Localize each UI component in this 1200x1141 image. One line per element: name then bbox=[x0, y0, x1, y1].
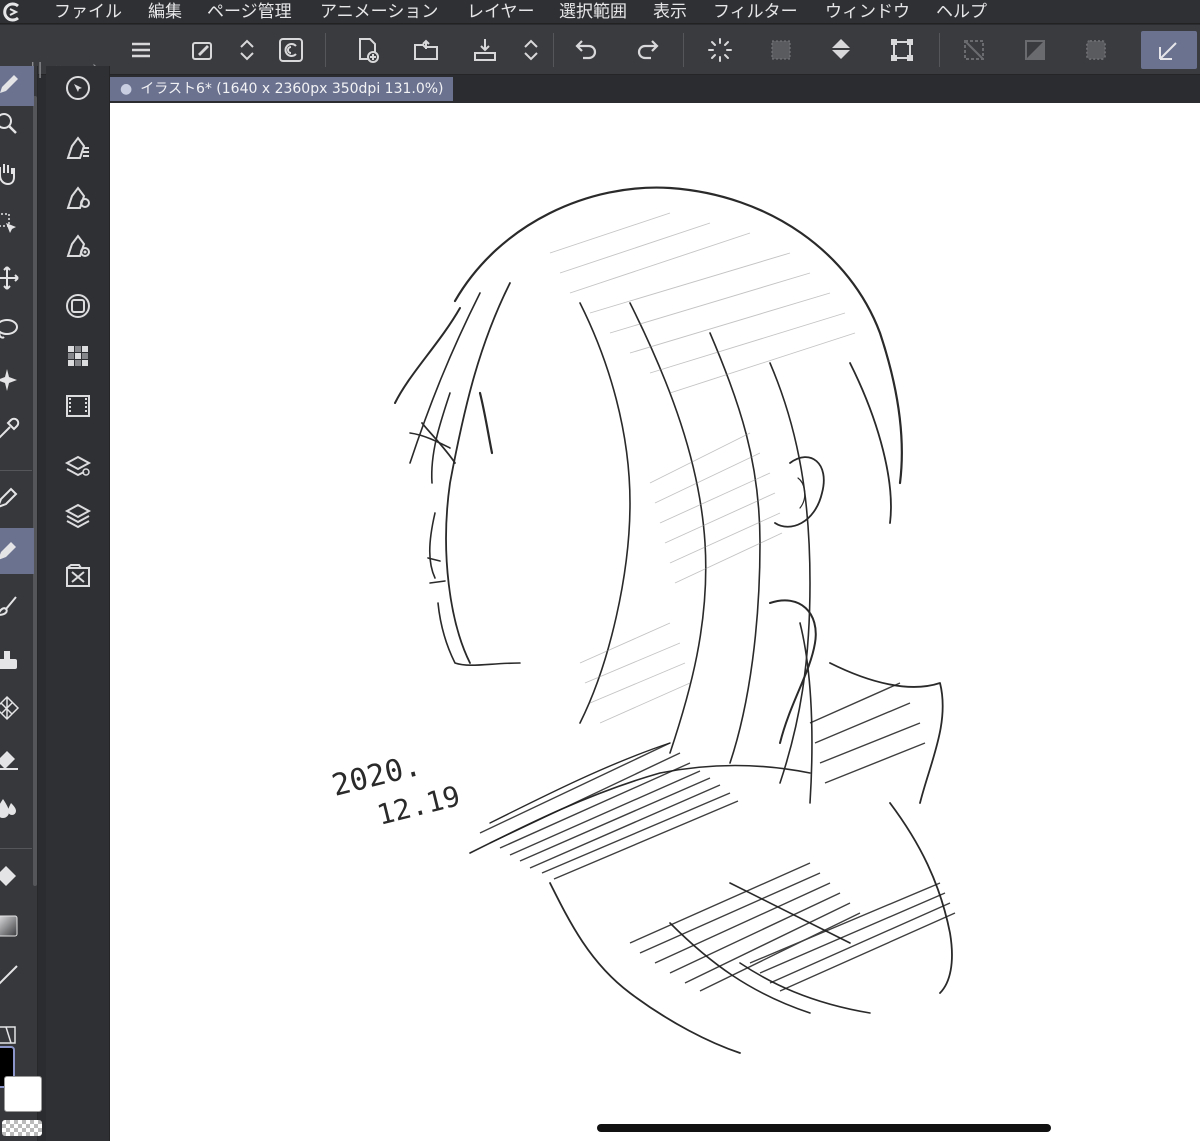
menu-filter[interactable]: フィルター bbox=[713, 1, 798, 23]
menu-help[interactable]: ヘルプ bbox=[936, 1, 987, 23]
menu-window[interactable]: ウィンドウ bbox=[825, 1, 910, 23]
new-canvas-icon[interactable] bbox=[348, 31, 386, 69]
timeline-icon[interactable] bbox=[60, 388, 96, 424]
hand-icon[interactable] bbox=[0, 154, 34, 194]
move-icon[interactable] bbox=[0, 258, 34, 298]
airbrush-icon[interactable] bbox=[0, 640, 34, 680]
gradient-icon[interactable] bbox=[0, 906, 34, 946]
document-tab-title: イラスト6* (1640 x 2360px 350dpi 131.0%) bbox=[140, 81, 444, 97]
crop-icon[interactable] bbox=[883, 31, 921, 69]
operation-icon[interactable] bbox=[0, 204, 34, 244]
eraser-icon[interactable] bbox=[0, 738, 34, 778]
menu-animation[interactable]: アニメーション bbox=[320, 1, 438, 23]
pen-tool-icon[interactable] bbox=[0, 478, 34, 518]
menu-edit[interactable]: 編集 bbox=[148, 1, 182, 23]
canvas-tab-bar: ● イラスト6* (1640 x 2360px 350dpi 131.0%) bbox=[110, 75, 1200, 103]
color-wheel-icon[interactable] bbox=[60, 288, 96, 324]
up-down-icon-2[interactable] bbox=[512, 31, 550, 69]
brush-size-icon[interactable] bbox=[60, 228, 96, 264]
decoration-icon[interactable] bbox=[0, 688, 34, 728]
fill-tool-icon[interactable] bbox=[0, 856, 34, 896]
unsaved-marker: ● bbox=[120, 81, 133, 97]
eyedropper-icon[interactable] bbox=[0, 410, 34, 450]
pen-icon[interactable] bbox=[0, 66, 34, 106]
document-tab[interactable]: ● イラスト6* (1640 x 2360px 350dpi 131.0%) bbox=[110, 77, 453, 101]
quick-access-icon[interactable] bbox=[183, 31, 221, 69]
auto-select-icon[interactable] bbox=[0, 360, 34, 400]
tool-strip bbox=[0, 66, 38, 1141]
lasso-icon[interactable] bbox=[0, 310, 34, 350]
clip-studio-icon[interactable] bbox=[272, 31, 310, 69]
fill-icon[interactable] bbox=[822, 31, 860, 69]
menu-bar: ファイル 編集 ページ管理 アニメーション レイヤー 選択範囲 表示 フィルター… bbox=[0, 0, 1200, 24]
menu-file[interactable]: ファイル bbox=[54, 1, 122, 23]
undo-icon[interactable] bbox=[568, 31, 606, 69]
home-indicator[interactable] bbox=[597, 1124, 1051, 1132]
brush-icon[interactable] bbox=[0, 586, 34, 626]
up-down-icon[interactable] bbox=[228, 31, 266, 69]
layer-icon[interactable] bbox=[60, 498, 96, 534]
sub-color-swatch[interactable] bbox=[4, 1076, 42, 1112]
menu-page-management[interactable]: ページ管理 bbox=[207, 1, 292, 23]
color-set-icon[interactable] bbox=[60, 338, 96, 374]
line-icon[interactable] bbox=[0, 956, 34, 996]
menu-layer[interactable]: レイヤー bbox=[467, 1, 535, 23]
loading-icon[interactable] bbox=[701, 31, 739, 69]
sub-tool-icon[interactable] bbox=[60, 130, 96, 166]
transparent-color-swatch[interactable] bbox=[2, 1120, 42, 1136]
ruler-snap-icon[interactable] bbox=[1141, 31, 1197, 69]
menu-view[interactable]: 表示 bbox=[653, 1, 687, 23]
redo-icon[interactable] bbox=[628, 31, 666, 69]
pencil-sketch: 2020. 12.19 bbox=[328, 186, 956, 1054]
invert-selection-icon[interactable] bbox=[1016, 31, 1054, 69]
tool-property-icon[interactable] bbox=[60, 180, 96, 216]
clear-selection-icon[interactable] bbox=[762, 31, 800, 69]
hide-selection-icon[interactable] bbox=[955, 31, 993, 69]
material-icon[interactable] bbox=[60, 558, 96, 594]
open-folder-icon[interactable] bbox=[407, 31, 445, 69]
save-icon[interactable] bbox=[466, 31, 504, 69]
drawing-canvas[interactable]: 2020. 12.19 bbox=[110, 103, 1200, 1141]
menu-icon[interactable] bbox=[122, 31, 160, 69]
navigator-icon[interactable] bbox=[60, 70, 96, 106]
palette-strip bbox=[46, 66, 110, 1141]
zoom-icon[interactable] bbox=[0, 104, 34, 144]
blend-icon[interactable] bbox=[0, 788, 34, 828]
layer-property-icon[interactable] bbox=[60, 448, 96, 484]
clip-studio-logo-icon[interactable] bbox=[0, 1, 24, 23]
selection-border-icon[interactable] bbox=[1077, 31, 1115, 69]
pencil-icon[interactable] bbox=[0, 528, 34, 574]
command-bar: || « › bbox=[0, 25, 1200, 78]
menu-selection[interactable]: 選択範囲 bbox=[559, 1, 627, 23]
